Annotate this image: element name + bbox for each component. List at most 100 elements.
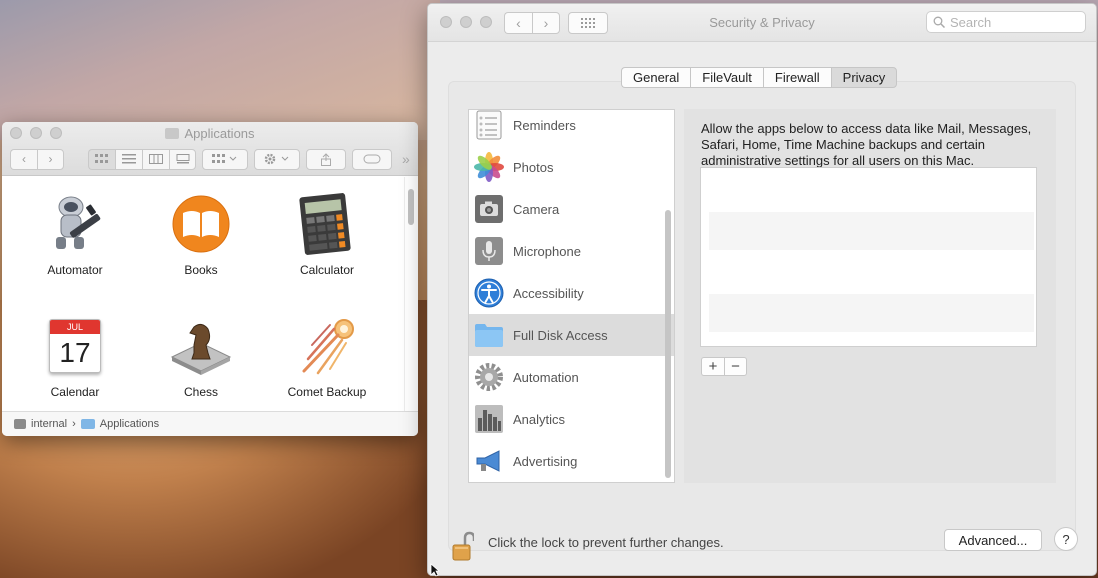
help-button[interactable]: ? [1054, 527, 1078, 551]
photos-icon [474, 152, 504, 182]
app-item-calculator[interactable]: Calculator [264, 189, 390, 301]
security-privacy-window: ‹ › Security & Privacy General FileVault… [427, 3, 1097, 576]
analytics-icon [474, 404, 504, 434]
accessibility-icon [474, 278, 504, 308]
path-bar: internal › Applications [2, 411, 418, 436]
service-label: Photos [513, 159, 554, 175]
service-label: Microphone [513, 243, 581, 259]
prefs-body: General FileVault Firewall Privacy Remin… [428, 43, 1096, 575]
list-stripe [709, 212, 1034, 250]
service-label: Analytics [513, 411, 566, 427]
automator-icon [44, 193, 106, 255]
column-view-icon [149, 154, 163, 164]
service-label: Full Disk Access [513, 327, 608, 343]
app-item-books[interactable]: Books [138, 189, 264, 301]
tab-filevault[interactable]: FileVault [690, 67, 763, 88]
app-item-chess[interactable]: Chess [138, 311, 264, 423]
service-item-advertising[interactable]: Advertising [469, 440, 674, 482]
service-list-scrollbar[interactable] [665, 210, 671, 478]
remove-app-button[interactable]: − [724, 357, 747, 376]
app-item-calendar[interactable]: JUL 17 Calendar [12, 311, 138, 423]
search-icon [933, 16, 945, 28]
lock-status-text: Click the lock to prevent further change… [488, 535, 724, 550]
gallery-view-button[interactable] [169, 148, 196, 170]
group-by-button[interactable] [202, 148, 248, 170]
toolbar-overflow-icon[interactable]: » [402, 151, 410, 167]
service-item-photos[interactable]: Photos [469, 146, 674, 188]
list-view-button[interactable] [115, 148, 142, 170]
folder-icon [474, 320, 504, 350]
mouse-cursor-icon [430, 563, 440, 577]
action-menu-button[interactable] [254, 148, 300, 170]
tags-button[interactable] [352, 148, 392, 170]
forward-button[interactable]: › [37, 148, 64, 170]
prefs-titlebar: ‹ › Security & Privacy [428, 4, 1096, 42]
service-label: Reminders [513, 117, 576, 133]
finder-title: Applications [2, 126, 418, 141]
add-app-button[interactable]: + [701, 357, 724, 376]
service-item-camera[interactable]: Camera [469, 188, 674, 230]
search-input[interactable] [950, 14, 1075, 30]
back-button[interactable]: ‹ [10, 148, 37, 170]
advanced-button[interactable]: Advanced... [944, 529, 1042, 551]
icon-view-icon [95, 154, 108, 163]
service-item-accessibility[interactable]: Accessibility [469, 272, 674, 314]
path-item-applications[interactable]: Applications [100, 418, 159, 430]
service-label: Camera [513, 201, 560, 217]
comet-backup-icon [296, 315, 358, 377]
reminders-icon [474, 110, 504, 140]
app-label: Calculator [299, 263, 355, 277]
path-separator: › [72, 418, 76, 430]
folder-icon [165, 128, 180, 139]
app-label: Calendar [50, 385, 100, 399]
tab-privacy[interactable]: Privacy [830, 67, 898, 88]
gallery-view-icon [176, 154, 189, 164]
disk-icon [14, 419, 26, 429]
finder-content: Automator Books Calculator JUL 17 Calend… [2, 177, 418, 411]
tab-firewall[interactable]: Firewall [762, 67, 831, 88]
app-label: Chess [183, 385, 218, 399]
desktop-wallpaper-sky [0, 0, 440, 140]
folder-icon [80, 419, 95, 429]
finder-scrollbar[interactable] [408, 189, 414, 225]
service-item-automation[interactable]: Automation [469, 356, 674, 398]
search-field[interactable] [926, 11, 1086, 33]
gear-icon [474, 362, 504, 392]
service-label: Accessibility [513, 285, 584, 301]
list-view-icon [122, 154, 136, 164]
calculator-icon [296, 193, 358, 255]
app-label: Comet Backup [287, 385, 367, 399]
megaphone-icon [474, 446, 504, 476]
app-grid: Automator Books Calculator JUL 17 Calend… [12, 189, 402, 423]
view-mode-group [88, 148, 196, 170]
share-button[interactable] [306, 148, 346, 170]
app-label: Automator [47, 263, 103, 277]
service-item-microphone[interactable]: Microphone [469, 230, 674, 272]
access-description: Allow the apps below to access data like… [701, 121, 1032, 168]
service-item-full-disk-access[interactable]: Full Disk Access [469, 314, 674, 356]
app-item-comet-backup[interactable]: Comet Backup [264, 311, 390, 423]
calendar-page: JUL 17 [49, 319, 101, 373]
icon-view-button[interactable] [88, 148, 115, 170]
share-icon [321, 152, 331, 166]
list-stripe [709, 294, 1034, 332]
path-item-internal[interactable]: internal [31, 418, 67, 430]
service-item-analytics[interactable]: Analytics [469, 398, 674, 440]
calendar-month: JUL [50, 320, 100, 334]
lock-icon[interactable] [452, 531, 476, 563]
service-label: Automation [513, 369, 579, 385]
finder-toolbar: ‹ › » [10, 148, 412, 170]
books-icon [170, 193, 232, 255]
column-view-button[interactable] [142, 148, 169, 170]
calendar-icon: JUL 17 [44, 315, 106, 377]
prefs-footer: Click the lock to prevent further change… [428, 513, 1096, 575]
service-label: Advertising [513, 453, 578, 469]
tag-icon [363, 154, 381, 164]
tab-general[interactable]: General [621, 67, 691, 88]
allowed-apps-list[interactable] [700, 167, 1037, 347]
app-item-automator[interactable]: Automator [12, 189, 138, 301]
finder-titlebar: Applications ‹ › » [2, 122, 418, 176]
microphone-icon [474, 236, 504, 266]
detail-panel: Allow the apps below to access data like… [684, 109, 1056, 483]
service-item-reminders[interactable]: Reminders [469, 110, 674, 146]
